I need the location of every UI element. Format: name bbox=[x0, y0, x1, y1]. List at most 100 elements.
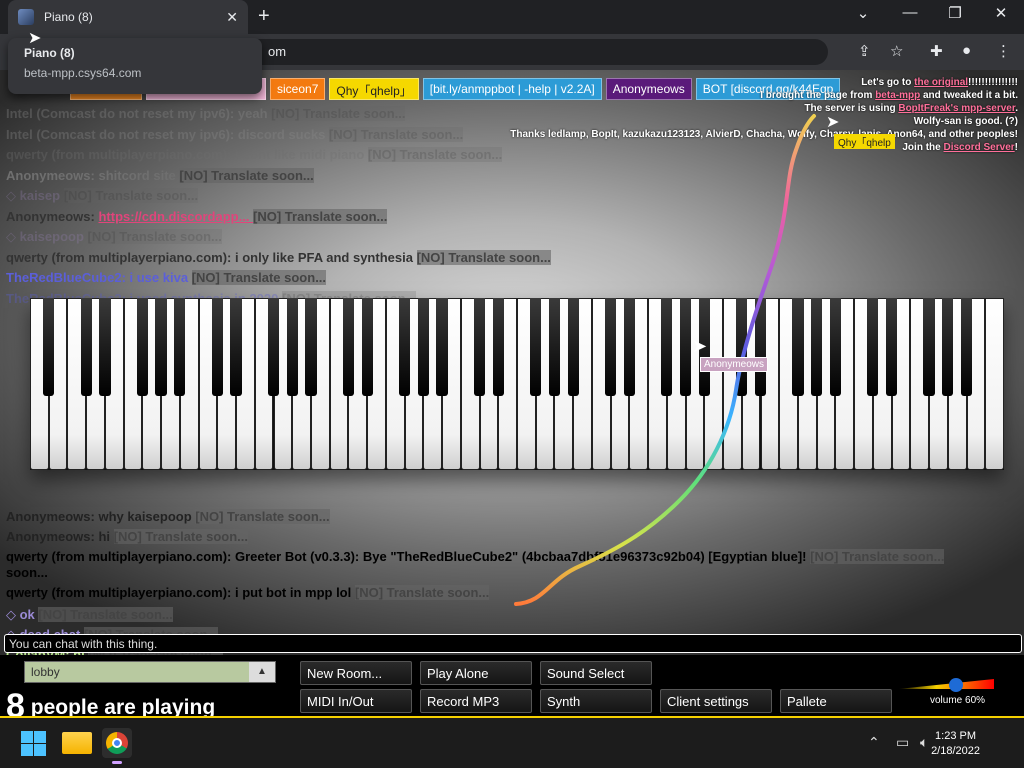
piano-black-key[interactable] bbox=[661, 298, 673, 396]
piano-black-key[interactable] bbox=[417, 298, 429, 396]
chrome-icon[interactable] bbox=[102, 728, 132, 764]
piano-black-key[interactable] bbox=[829, 298, 842, 396]
translate-tag: [NO] Translate soon... bbox=[253, 208, 388, 224]
menu-kebab-icon[interactable]: ⋮ bbox=[996, 42, 1011, 60]
piano-black-key[interactable] bbox=[792, 298, 804, 396]
piano-black-key[interactable] bbox=[885, 298, 898, 396]
piano-page: siceon7 Qhy「qhelp」 [bit.ly/anmppbot | -hel… bbox=[0, 70, 1024, 718]
piano-black-key[interactable] bbox=[267, 298, 280, 396]
piano-black-key[interactable] bbox=[136, 298, 148, 396]
piano-white-key[interactable] bbox=[985, 298, 1004, 470]
midi-button[interactable]: MIDI In/Out bbox=[300, 689, 412, 713]
chat-message: qwerty (from multiplayerpiano.com): i do… bbox=[6, 145, 503, 166]
chat-author: Intel (Comcast do not reset my ipv6): bbox=[6, 106, 238, 121]
minimize-icon[interactable]: — bbox=[892, 4, 928, 21]
piano-black-key[interactable] bbox=[530, 298, 542, 396]
volume-label: volume 60% bbox=[930, 695, 986, 706]
chat-author: qwerty (from multiplayerpiano.com): bbox=[6, 249, 235, 265]
extensions-icon[interactable]: ✚ bbox=[930, 42, 943, 60]
network-icon[interactable]: ▭ bbox=[896, 734, 909, 751]
chat-message: Intel (Comcast do not reset my ipv6): ye… bbox=[6, 104, 406, 125]
speaker-icon[interactable]: 🔈︎ bbox=[920, 734, 928, 751]
browser-tab[interactable]: Piano (8) ✕ bbox=[8, 0, 248, 34]
chat-author: ◇ kaisep bbox=[6, 188, 64, 203]
tab-close-icon[interactable]: ✕ bbox=[226, 9, 238, 26]
piano-black-key[interactable] bbox=[679, 298, 692, 396]
chat-author: Anonymeows: bbox=[6, 208, 99, 224]
play-alone-button[interactable]: Play Alone bbox=[420, 661, 532, 685]
chat-message: qwerty (from multiplayerpiano.com): Gree… bbox=[6, 547, 945, 568]
piano-black-key[interactable] bbox=[230, 298, 242, 396]
client-settings-button[interactable]: Client settings bbox=[660, 689, 772, 713]
chat-text: why kaisepoop bbox=[98, 509, 196, 524]
chat-author: Anonymeows: bbox=[6, 167, 99, 183]
piano-black-key[interactable] bbox=[473, 298, 486, 396]
user-badge[interactable]: Qhy「qhelp」 bbox=[329, 78, 419, 100]
piano-black-key[interactable] bbox=[99, 298, 111, 396]
close-window-icon[interactable]: ✕ bbox=[983, 4, 1019, 22]
piano-black-key[interactable] bbox=[736, 298, 748, 396]
piano-black-key[interactable] bbox=[80, 298, 92, 396]
new-tab-icon[interactable]: + bbox=[258, 5, 270, 28]
chat-author: ◇ ok bbox=[6, 607, 39, 622]
bookmark-star-icon[interactable]: ☆ bbox=[890, 42, 903, 60]
beta-mpp-link[interactable]: beta-mpp bbox=[875, 90, 920, 101]
room-selector[interactable]: lobby ▲ bbox=[24, 661, 276, 683]
piano-black-key[interactable] bbox=[960, 298, 973, 396]
piano-black-key[interactable] bbox=[342, 298, 355, 396]
piano-black-key[interactable] bbox=[867, 298, 879, 396]
piano-black-key[interactable] bbox=[567, 298, 579, 396]
piano-keys[interactable] bbox=[30, 298, 1004, 470]
piano-black-key[interactable] bbox=[398, 298, 411, 396]
chat-message-overflow: soon... bbox=[6, 565, 48, 580]
tab-hover-tooltip: Piano (8) beta-mpp.csys64.com bbox=[8, 38, 262, 94]
piano-black-key[interactable] bbox=[174, 298, 186, 396]
volume-slider-track[interactable] bbox=[898, 679, 994, 689]
translate-tag: [NO] Translate soon... bbox=[63, 188, 199, 203]
chat-text: hi bbox=[98, 529, 114, 544]
sound-select-button[interactable]: Sound Select bbox=[540, 661, 652, 685]
piano-keyboard[interactable] bbox=[30, 298, 1004, 470]
windows-start-icon[interactable] bbox=[18, 728, 48, 758]
piano-black-key[interactable] bbox=[548, 298, 561, 396]
piano-black-key[interactable] bbox=[942, 298, 954, 396]
volume-slider-knob[interactable] bbox=[948, 678, 963, 692]
chat-text[interactable]: https://cdn.discordapp... bbox=[98, 209, 253, 224]
system-clock[interactable]: 1:23 PM 2/18/2022 bbox=[931, 729, 980, 759]
piano-black-key[interactable] bbox=[623, 298, 635, 396]
piano-black-key[interactable] bbox=[605, 298, 617, 396]
piano-black-key[interactable] bbox=[923, 298, 935, 396]
player-count: 8 people are playing bbox=[6, 687, 215, 718]
chat-message: Intel (Comcast do not reset my ipv6): di… bbox=[6, 125, 464, 146]
synth-button[interactable]: Synth bbox=[540, 689, 652, 713]
chat-text: yeah bbox=[237, 106, 272, 121]
piano-black-key[interactable] bbox=[436, 298, 448, 396]
piano-black-key[interactable] bbox=[305, 298, 317, 396]
piano-black-key[interactable] bbox=[811, 298, 823, 396]
chat-input[interactable]: You can chat with this thing. bbox=[4, 634, 1022, 653]
piano-black-key[interactable] bbox=[286, 298, 298, 396]
file-explorer-icon[interactable] bbox=[62, 732, 92, 754]
profile-icon[interactable]: ● bbox=[962, 42, 971, 59]
restore-icon[interactable]: ❐ bbox=[937, 4, 973, 22]
piano-black-key[interactable] bbox=[492, 298, 504, 396]
original-link[interactable]: the original bbox=[914, 77, 968, 88]
tab-search-icon[interactable]: ⌄ bbox=[845, 4, 881, 22]
piano-black-key[interactable] bbox=[155, 298, 167, 396]
piano-black-key[interactable] bbox=[361, 298, 373, 396]
discord-link[interactable]: Discord Server bbox=[944, 142, 1015, 153]
clock-date: 2/18/2022 bbox=[931, 745, 980, 757]
server-link[interactable]: BopItFreak's mpp-server bbox=[898, 103, 1015, 114]
new-room-button[interactable]: New Room... bbox=[300, 661, 412, 685]
piano-black-key[interactable] bbox=[43, 298, 55, 396]
share-icon[interactable]: ⇪ bbox=[858, 42, 871, 60]
translate-tag: [NO] Translate soon... bbox=[191, 270, 327, 285]
chevron-up-icon[interactable]: ▲ bbox=[249, 662, 275, 682]
chat-text: i dont like midi piano bbox=[234, 147, 368, 162]
chevron-up-icon[interactable]: ⌃ bbox=[868, 734, 880, 751]
user-badge[interactable]: siceon7 bbox=[270, 78, 326, 100]
pallete-button[interactable]: Pallete bbox=[780, 689, 892, 713]
piano-black-key[interactable] bbox=[211, 298, 223, 396]
piano-black-key[interactable] bbox=[754, 298, 767, 396]
record-mp3-button[interactable]: Record MP3 bbox=[420, 689, 532, 713]
